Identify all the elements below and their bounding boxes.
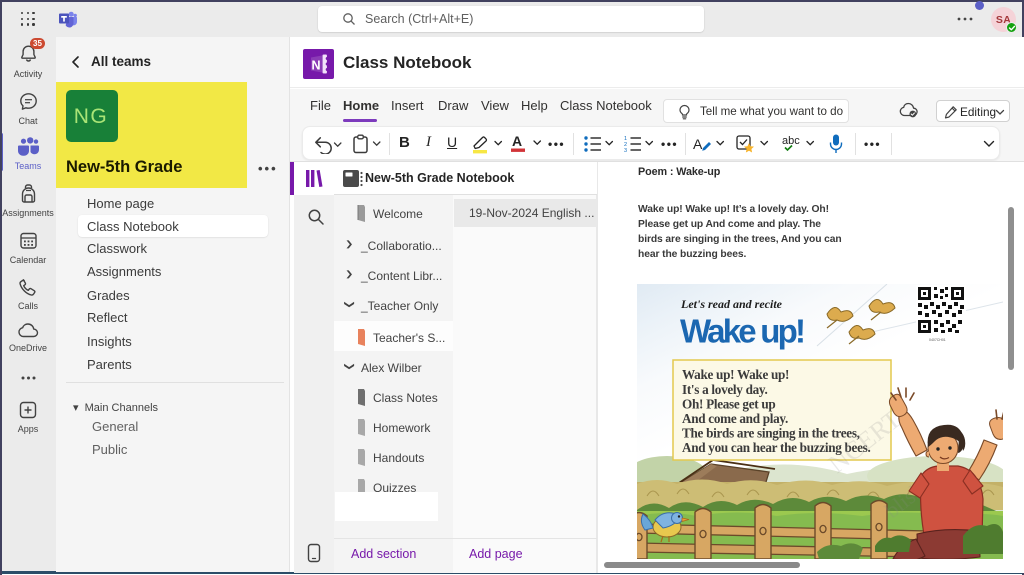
svg-text:Wake up! Wake up!: Wake up! Wake up!	[682, 367, 789, 382]
svg-text:3: 3	[624, 148, 627, 153]
svg-text:0407CH01: 0407CH01	[929, 338, 946, 342]
svg-text:And come and play.: And come and play.	[682, 411, 788, 426]
svg-text:Let's read and recite: Let's read and recite	[680, 297, 783, 311]
svg-text:abc: abc	[782, 135, 800, 147]
svg-text:A: A	[512, 133, 522, 149]
svg-text:The birds are singing in the t: The birds are singing in the trees,	[682, 426, 860, 441]
svg-text:Wake up!: Wake up!	[680, 313, 806, 350]
svg-text:N: N	[311, 59, 320, 73]
svg-text:Oh! Please get up: Oh! Please get up	[682, 397, 775, 412]
svg-text:It's a lovely day.: It's a lovely day.	[682, 382, 767, 397]
svg-text:A: A	[693, 136, 703, 152]
